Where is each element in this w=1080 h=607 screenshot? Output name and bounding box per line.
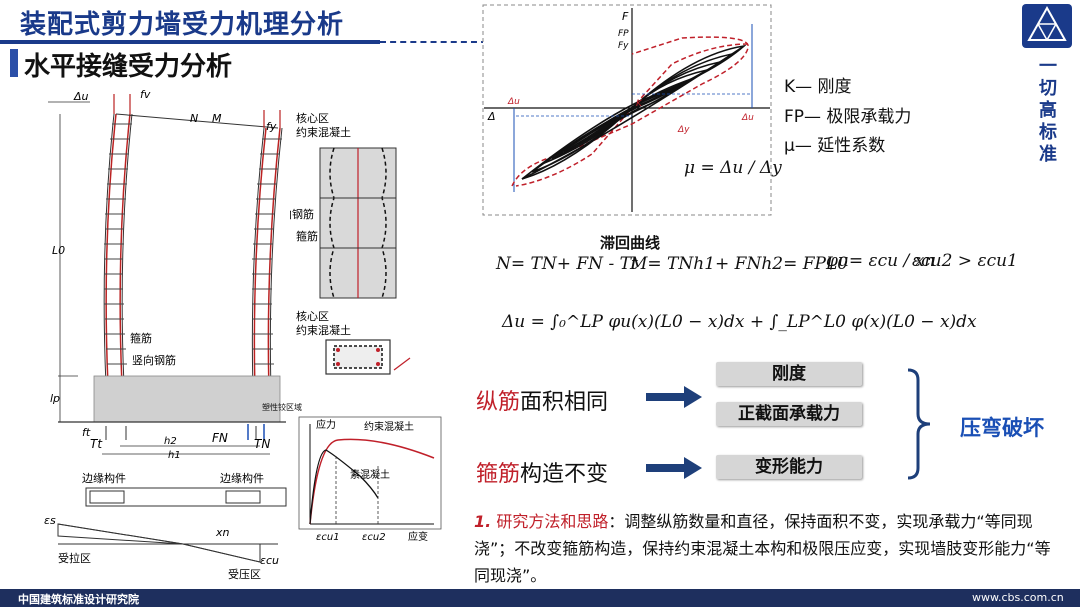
label-confined2: 约束混凝土 <box>296 323 351 337</box>
label-TN: TN <box>254 437 270 451</box>
row2-text: 构造不变 <box>520 462 609 487</box>
label-L0: L0 <box>52 244 65 257</box>
hyst-label-du-right: Δu <box>741 113 754 123</box>
label-fy: fy <box>266 120 277 133</box>
label-h1: h1 <box>168 450 181 461</box>
label-Tt: Tt <box>90 437 103 451</box>
conclusion-text: 压弯破坏 <box>960 416 1044 440</box>
confined-curve-label: 约束混凝土 <box>364 420 414 433</box>
plain-curve-label: 素混凝土 <box>350 468 390 481</box>
hysteresis-chart: F FP Fy Δ Δu Δu Δy K <box>482 4 772 216</box>
legend-stiffness: K— 刚度 <box>784 77 852 97</box>
stress-ylabel: 应力 <box>316 418 336 431</box>
stress-strain-chart: 应力 约束混凝土 素混凝土 εcu1 εcu2 应变 <box>298 416 442 543</box>
page-subtitle: 水平接缝受力分析 <box>24 52 233 82</box>
legend-ultimate-capacity: FP— 极限承载力 <box>784 107 912 127</box>
row-longitudinal-rebar: 纵筋面积相同 <box>476 384 608 416</box>
formula-eps-compare: εcu2 > εcu1 <box>912 251 1018 271</box>
label-eps-s: εs <box>44 514 56 527</box>
eps-cu2-label: εcu2 <box>362 532 386 543</box>
label-N: N <box>190 112 198 125</box>
label-vertical-rebar: 竖向钢筋 <box>132 353 176 367</box>
footer-org: 中国建筑标准设计研究院 <box>18 593 139 606</box>
bracket-icon <box>907 368 931 480</box>
hyst-label-F: F <box>622 10 629 23</box>
arrow-icon <box>646 457 702 479</box>
arrow-icon <box>646 386 702 408</box>
subtitle-bar <box>10 49 18 77</box>
label-boundary-right: 边缘构件 <box>220 471 264 485</box>
label-core: 核心区 <box>296 111 329 125</box>
wall-diagram: Δu fv fy N M L0 lp 箍筋 竖向钢筋 ft Tt FN TN h… <box>44 88 287 581</box>
note-heading: 研究方法和思路 <box>496 512 609 531</box>
label-core-vertical-rebar: 竖向钢筋 <box>290 207 314 221</box>
label-core2: 核心区 <box>296 309 329 323</box>
note-number: 1. <box>474 512 492 531</box>
label-compression-zone: 受压区 <box>228 568 261 581</box>
hyst-label-Fy: Fy <box>618 41 629 51</box>
hyst-label-delta: Δ <box>487 110 496 123</box>
label-delta-u: Δu <box>73 90 89 103</box>
label-lp: lp <box>50 392 60 405</box>
box-section-capacity: 正截面承载力 <box>716 402 862 426</box>
row1-text: 面积相同 <box>520 390 609 415</box>
label-eps-cu: εcu <box>260 554 279 567</box>
label-tension-zone: 受拉区 <box>58 551 91 565</box>
legend-ductility: μ— 延性系数 <box>784 136 886 156</box>
page-title: 装配式剪力墙受力机理分析 <box>20 10 345 40</box>
footer-url: www.cbs.com.cn <box>972 591 1064 604</box>
formula-delta-u: Δu = ∫₀^LP φu(x)(L0 − x)dx + ∫_LP^L0 φ(x… <box>502 312 977 332</box>
label-boundary-left: 边缘构件 <box>82 471 126 485</box>
label-FN: FN <box>212 431 228 445</box>
box-deformation: 变形能力 <box>716 455 862 479</box>
formula-mu: μ = Δu / Δy <box>684 158 782 178</box>
logo-icon <box>1022 4 1072 48</box>
row-stirrup: 箍筋构造不变 <box>476 456 608 488</box>
hyst-label-FP: FP <box>618 29 629 39</box>
label-fv: fv <box>140 88 151 101</box>
core-diagram: 核心区 约束混凝土 竖向钢筋 箍筋 核心区 约束混凝土 <box>290 111 411 375</box>
hyst-label-du-left: Δu <box>507 97 520 107</box>
label-plastic-hinge: 塑性铰区域 <box>262 403 302 412</box>
row2-highlight: 箍筋 <box>476 462 521 487</box>
formula-M: M= TNh1+ FNh2= FPL0 <box>630 254 849 274</box>
stress-xlabel: 应变 <box>408 530 428 543</box>
label-xn: xn <box>215 526 230 539</box>
title-underline <box>0 40 380 44</box>
label-stirrup: 箍筋 <box>130 331 152 345</box>
label-core-stirrup: 箍筋 <box>296 229 318 243</box>
row1-highlight: 纵筋 <box>476 390 521 415</box>
eps-cu1-label: εcu1 <box>316 532 340 543</box>
footer-bar <box>0 589 1080 607</box>
label-confined: 约束混凝土 <box>296 125 351 139</box>
label-h2: h2 <box>164 436 177 447</box>
logo-text: 一切高标准 <box>1039 56 1057 165</box>
label-M: M <box>212 112 222 125</box>
formula-N: N= TN+ FN - Tt <box>496 254 638 274</box>
box-stiffness: 刚度 <box>716 362 862 386</box>
method-note: 1. 研究方法和思路：调整纵筋数量和直径，保持面积不变，实现承载力“等同现浇”；… <box>474 508 1054 589</box>
hyst-label-dy: Δy <box>677 125 690 135</box>
hysteresis-caption: 滞回曲线 <box>600 234 661 252</box>
